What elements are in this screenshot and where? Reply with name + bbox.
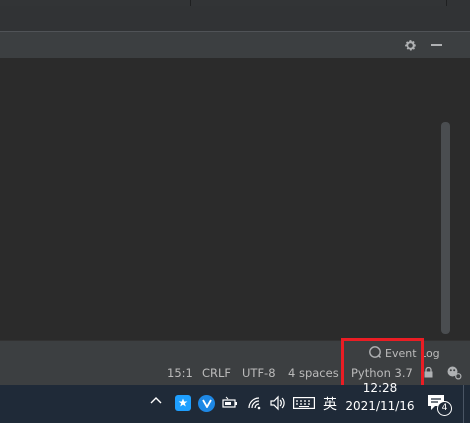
indent-setting[interactable]: 4 spaces <box>288 366 339 380</box>
tab-segment[interactable] <box>0 0 191 6</box>
show-desktop-divider[interactable] <box>463 385 464 423</box>
battery-icon[interactable] <box>222 396 238 410</box>
file-encoding[interactable]: UTF-8 <box>242 366 276 380</box>
caret-position[interactable]: 15:1 <box>167 366 193 380</box>
tab-segment[interactable] <box>191 0 447 6</box>
editor-area[interactable] <box>0 58 470 340</box>
keyboard-icon[interactable] <box>293 397 315 409</box>
taskbar-clock[interactable]: 12:28 2021/11/16 <box>340 381 420 415</box>
wifi-icon[interactable] <box>247 396 263 410</box>
tool-window-header <box>0 31 470 59</box>
minimize-icon[interactable] <box>428 37 444 53</box>
vertical-scrollbar[interactable] <box>441 122 450 334</box>
clock-date: 2021/11/16 <box>345 399 415 413</box>
line-separator[interactable]: CRLF <box>202 366 231 380</box>
editor-tab-strip <box>0 0 470 31</box>
app-star-icon[interactable] <box>175 395 191 411</box>
ime-indicator[interactable]: 英 <box>323 394 337 414</box>
gear-icon[interactable] <box>402 37 418 53</box>
volume-icon[interactable] <box>269 395 287 411</box>
clock-time: 12:28 <box>362 381 398 395</box>
lock-icon[interactable] <box>424 366 433 381</box>
notification-count-badge: 4 <box>437 401 452 416</box>
notification-icon[interactable]: 4 <box>427 394 452 416</box>
chevron-up-icon[interactable] <box>150 396 162 404</box>
inspector-icon[interactable] <box>446 365 462 383</box>
app-v-icon[interactable] <box>198 395 215 412</box>
